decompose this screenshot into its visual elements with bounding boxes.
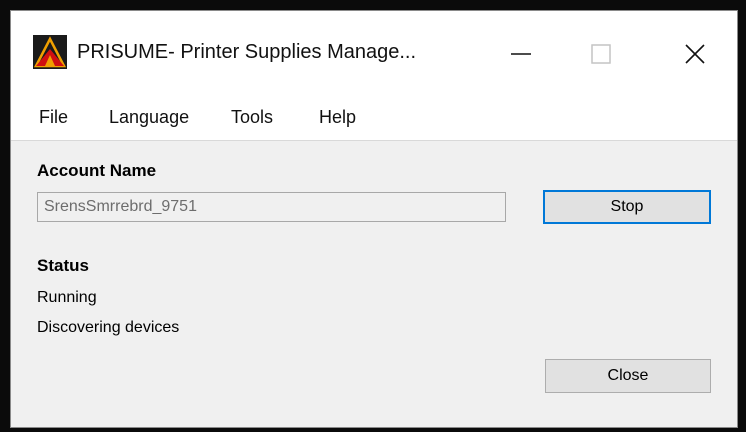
menu-bar: File Language Tools Help bbox=[11, 96, 737, 141]
menu-file[interactable]: File bbox=[37, 105, 70, 130]
desktop-edge-left bbox=[0, 0, 10, 432]
status-running-text: Running bbox=[37, 289, 97, 306]
close-window-button[interactable] bbox=[655, 11, 735, 96]
desktop-edge-top bbox=[0, 0, 746, 10]
account-name-field[interactable] bbox=[37, 192, 506, 222]
desktop-edge-bottom bbox=[0, 428, 746, 432]
minimize-icon bbox=[511, 52, 531, 55]
account-name-label: Account Name bbox=[37, 161, 157, 180]
window-title: PRISUME- Printer Supplies Manage... bbox=[77, 41, 417, 63]
maximize-icon bbox=[591, 43, 611, 64]
prisume-logo-icon bbox=[33, 35, 67, 69]
menu-language[interactable]: Language bbox=[107, 105, 191, 130]
maximize-button[interactable] bbox=[561, 11, 641, 96]
menu-help[interactable]: Help bbox=[317, 105, 358, 130]
stop-button[interactable]: Stop bbox=[543, 190, 711, 224]
title-bar[interactable]: PRISUME- Printer Supplies Manage... bbox=[11, 11, 737, 96]
main-panel: Account Name Stop Status Running Discove… bbox=[11, 141, 737, 427]
status-detail-text: Discovering devices bbox=[37, 319, 180, 336]
close-icon bbox=[685, 43, 705, 64]
app-window: PRISUME- Printer Supplies Manage... File… bbox=[10, 10, 738, 428]
desktop-edge-right bbox=[738, 0, 746, 432]
minimize-button[interactable] bbox=[481, 11, 561, 96]
status-label: Status bbox=[37, 256, 89, 275]
close-button[interactable]: Close bbox=[545, 359, 711, 393]
menu-tools[interactable]: Tools bbox=[229, 105, 275, 130]
